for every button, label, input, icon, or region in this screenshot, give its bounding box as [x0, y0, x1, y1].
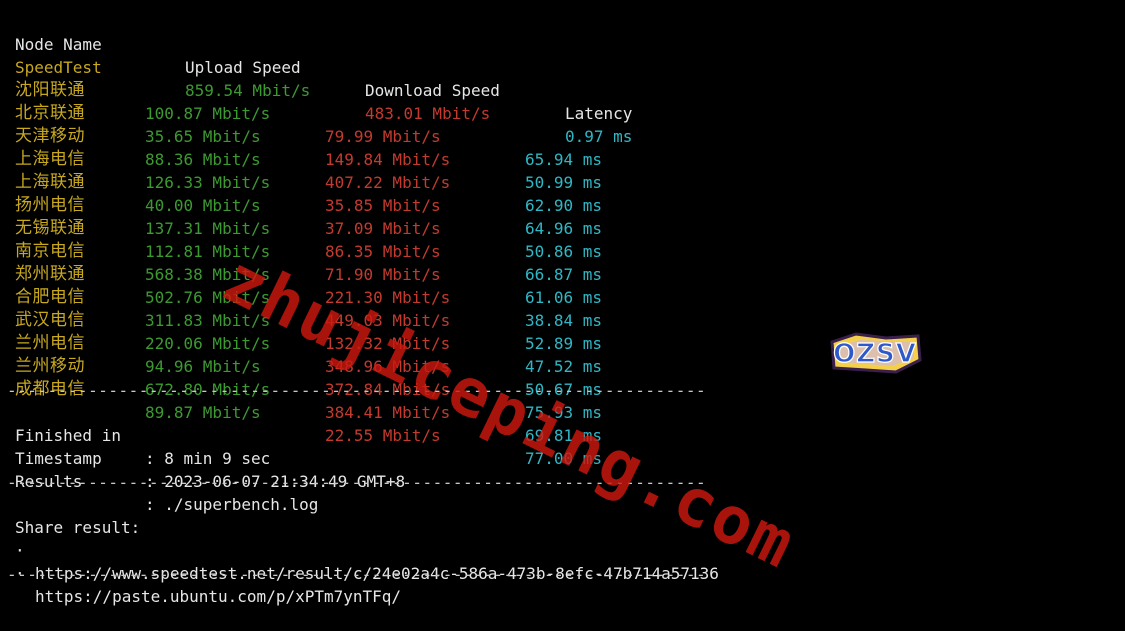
table-row: 天津移动 88.36 Mbit/s 407.22 Mbit/s 62.90 ms — [0, 102, 602, 215]
download-speed: 35.85 Mbit/s — [325, 196, 441, 215]
latency: 47.52 ms — [525, 357, 603, 376]
upload-speed: 502.76 Mbit/s — [145, 288, 271, 307]
upload-speed: 126.33 Mbit/s — [145, 173, 271, 192]
latency: 75.93 ms — [525, 403, 603, 422]
table-row: 南京电信 568.38 Mbit/s 221.30 Mbit/s 38.84 m… — [0, 217, 602, 330]
latency: 50.86 ms — [525, 242, 603, 261]
download-speed: 22.55 Mbit/s — [325, 426, 441, 445]
download-speed: 79.99 Mbit/s — [325, 127, 441, 146]
download-speed: 71.90 Mbit/s — [325, 265, 441, 284]
upload-speed: 89.87 Mbit/s — [145, 403, 261, 422]
divider-middle: ----------------------------------------… — [7, 381, 707, 400]
upload-speed: 100.87 Mbit/s — [145, 104, 271, 123]
divider-lower: ----------------------------------------… — [7, 473, 707, 492]
latency: 52.89 ms — [525, 334, 603, 353]
header-latency: Latency — [565, 104, 633, 123]
latency: 0.97 ms — [565, 127, 633, 146]
upload-speed: 88.36 Mbit/s — [145, 150, 261, 169]
ozsv-logo-graphic: OZSV — [830, 332, 922, 374]
table-row: 沈阳联通 100.87 Mbit/s 79.99 Mbit/s 65.94 ms — [0, 56, 602, 169]
download-speed: 449.03 Mbit/s — [325, 311, 451, 330]
latency: 77.00 ms — [525, 449, 603, 468]
table-row: 上海电信 126.33 Mbit/s 35.85 Mbit/s 64.96 ms — [0, 125, 602, 238]
table-row: 兰州电信 94.96 Mbit/s 372.84 Mbit/s 75.93 ms — [0, 309, 602, 422]
summary-results: Results : ./superbench.log — [0, 447, 318, 514]
table-row: 无锡联通 112.81 Mbit/s 71.90 Mbit/s 61.06 ms — [0, 194, 602, 307]
download-speed: 37.09 Mbit/s — [325, 219, 441, 238]
upload-speed: 568.38 Mbit/s — [145, 265, 271, 284]
table-row: 武汉电信 220.06 Mbit/s 348.96 Mbit/s 50.67 m… — [0, 286, 602, 399]
header-download-speed: Download Speed — [365, 81, 500, 100]
upload-speed: 40.00 Mbit/s — [145, 196, 261, 215]
latency: 69.81 ms — [525, 426, 603, 445]
upload-speed: 311.83 Mbit/s — [145, 311, 271, 330]
header-upload-speed: Upload Speed — [185, 58, 301, 77]
download-speed: 221.30 Mbit/s — [325, 288, 451, 307]
table-row: 郑州联通 502.76 Mbit/s 449.03 Mbit/s 52.89 m… — [0, 240, 602, 353]
ozsv-logo: OZSV — [826, 330, 924, 376]
share-title: Share result: — [0, 493, 140, 537]
upload-speed: 137.31 Mbit/s — [145, 219, 271, 238]
share-link-row: · https://www.speedtest.net/result/c/24e… — [0, 516, 719, 583]
terminal-window[interactable]: ----------------------------------------… — [0, 0, 1125, 606]
ozsv-logo-text: OZSV — [833, 339, 917, 369]
table-row: SpeedTest 859.54 Mbit/s 483.01 Mbit/s 0.… — [0, 33, 632, 146]
download-speed: 149.84 Mbit/s — [325, 150, 451, 169]
latency: 38.84 ms — [525, 311, 603, 330]
results-value: : ./superbench.log — [145, 495, 319, 514]
share-link-row: · https://paste.ubuntu.com/p/xPTm7ynTFq/ — [0, 539, 401, 606]
summary-finished: Finished in : 8 min 9 sec — [0, 401, 270, 468]
latency: 65.94 ms — [525, 150, 603, 169]
upload-speed: 35.65 Mbit/s — [145, 127, 261, 146]
latency: 61.06 ms — [525, 288, 603, 307]
download-speed: 132.32 Mbit/s — [325, 334, 451, 353]
latency: 50.99 ms — [525, 173, 603, 192]
table-row: 北京联通 35.65 Mbit/s 149.84 Mbit/s 50.99 ms — [0, 79, 602, 192]
table-row: 合肥电信 311.83 Mbit/s 132.32 Mbit/s 47.52 m… — [0, 263, 602, 376]
table-row: 扬州电信 137.31 Mbit/s 86.35 Mbit/s 66.87 ms — [0, 171, 602, 284]
download-speed: 348.96 Mbit/s — [325, 357, 451, 376]
upload-speed: 220.06 Mbit/s — [145, 334, 271, 353]
divider-bottom: ----------------------------------------… — [7, 565, 707, 584]
upload-speed: 859.54 Mbit/s — [185, 81, 311, 100]
download-speed: 407.22 Mbit/s — [325, 173, 451, 192]
table-row: 兰州移动 672.80 Mbit/s 384.41 Mbit/s 69.81 m… — [0, 332, 602, 445]
latency: 66.87 ms — [525, 265, 603, 284]
upload-speed: 112.81 Mbit/s — [145, 242, 271, 261]
download-speed: 483.01 Mbit/s — [365, 104, 491, 123]
summary-timestamp: Timestamp : 2023-06-07 21:34:49 GMT+8 — [0, 424, 405, 491]
download-speed: 384.41 Mbit/s — [325, 403, 451, 422]
divider-top: ----------------------------------------… — [7, 0, 707, 9]
paste-result-link[interactable]: https://paste.ubuntu.com/p/xPTm7ynTFq/ — [35, 585, 401, 608]
download-speed: 86.35 Mbit/s — [325, 242, 441, 261]
latency: 64.96 ms — [525, 219, 603, 238]
table-row: 成都电信 89.87 Mbit/s 22.55 Mbit/s 77.00 ms — [0, 355, 602, 468]
latency: 62.90 ms — [525, 196, 603, 215]
upload-speed: 94.96 Mbit/s — [145, 357, 261, 376]
table-header: Node Name Upload Speed Download Speed La… — [0, 10, 632, 123]
table-row: 上海联通 40.00 Mbit/s 37.09 Mbit/s 50.86 ms — [0, 148, 602, 261]
finished-value: : 8 min 9 sec — [145, 449, 271, 468]
